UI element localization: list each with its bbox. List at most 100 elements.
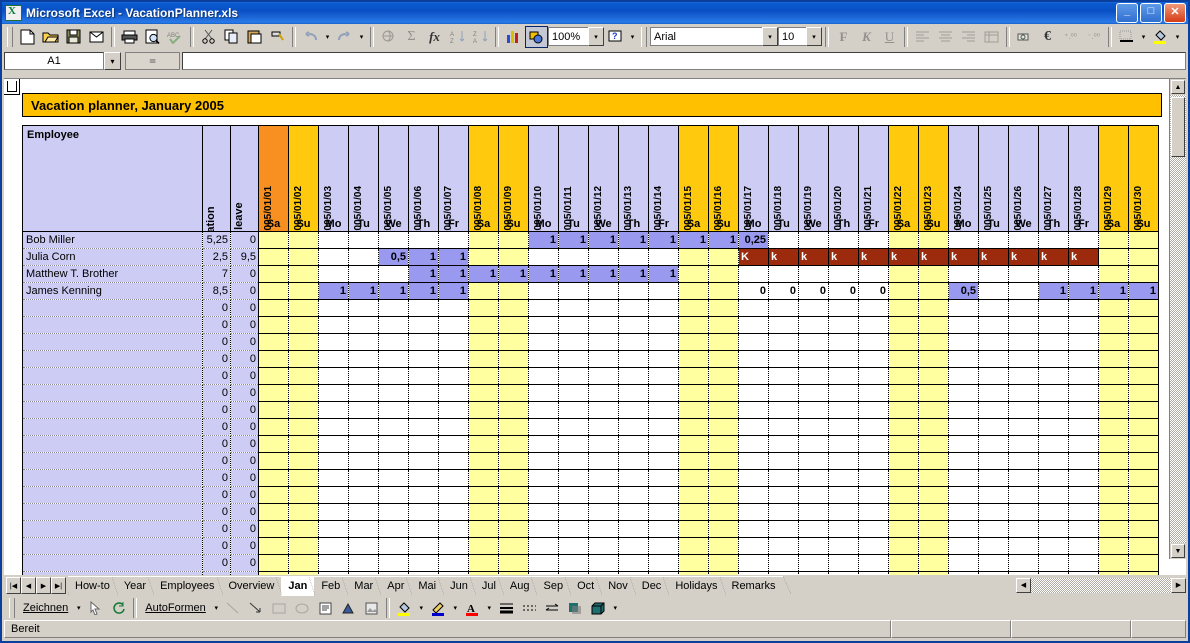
font-name-dropdown-icon[interactable]: ▾ [762, 27, 778, 46]
cell-day-2005-01-10[interactable] [528, 384, 559, 402]
cell-day-2005-01-11[interactable] [558, 248, 589, 266]
cell-employee-name[interactable] [22, 367, 203, 385]
cell-day-2005-01-04[interactable]: 1 [348, 282, 379, 300]
cell-day-2005-01-11[interactable] [558, 486, 589, 504]
cell-day-2005-01-27[interactable] [1038, 486, 1069, 504]
cell-day-2005-01-22[interactable] [888, 435, 919, 453]
cell-day-2005-01-10[interactable]: 1 [528, 265, 559, 283]
cell-day-2005-01-29[interactable] [1098, 520, 1129, 538]
cell-day-2005-01-22[interactable] [888, 282, 919, 300]
cell-day-2005-01-24[interactable] [948, 537, 979, 555]
cell-day-2005-01-25[interactable] [978, 384, 1009, 402]
cell-day-2005-01-27[interactable] [1038, 452, 1069, 470]
cell-day-2005-01-20[interactable] [828, 520, 859, 538]
cell-day-2005-01-21[interactable] [858, 401, 889, 419]
cell-day-2005-01-21[interactable] [858, 231, 889, 249]
cell-day-2005-01-06[interactable] [408, 384, 439, 402]
cell-day-2005-01-25[interactable] [978, 316, 1009, 334]
cell-day-2005-01-12[interactable] [588, 248, 619, 266]
cell-day-2005-01-22[interactable]: k [888, 248, 919, 266]
cell-sick-days[interactable]: 0 [230, 401, 259, 419]
cell-day-2005-01-16[interactable] [708, 554, 739, 572]
cell-day-2005-01-25[interactable] [978, 282, 1009, 300]
cell-day-2005-01-21[interactable] [858, 503, 889, 521]
cell-day-2005-01-24[interactable] [948, 520, 979, 538]
cell-day-2005-01-17[interactable] [738, 265, 769, 283]
cell-day-2005-01-26[interactable] [1008, 316, 1039, 334]
cell-day-2005-01-20[interactable] [828, 333, 859, 351]
cell-vacation-days[interactable]: 0 [202, 469, 231, 487]
cell-day-2005-01-02[interactable] [288, 503, 319, 521]
cell-day-2005-01-25[interactable] [978, 554, 1009, 572]
cell-day-2005-01-12[interactable]: 1 [588, 231, 619, 249]
cell-day-2005-01-24[interactable] [948, 231, 979, 249]
cell-day-2005-01-25[interactable]: k [978, 248, 1009, 266]
paste-icon[interactable] [243, 26, 266, 48]
cell-sick-days[interactable]: 0 [230, 231, 259, 249]
cell-day-2005-01-01[interactable] [258, 418, 289, 436]
cell-day-2005-01-12[interactable] [588, 316, 619, 334]
cell-day-2005-01-13[interactable] [618, 384, 649, 402]
new-icon[interactable] [16, 26, 39, 48]
cell-day-2005-01-22[interactable] [888, 316, 919, 334]
draw-menu-button[interactable]: Zeichnen [18, 598, 73, 618]
cell-day-2005-01-28[interactable] [1068, 401, 1099, 419]
cell-day-2005-01-18[interactable] [768, 520, 799, 538]
cell-day-2005-01-13[interactable] [618, 367, 649, 385]
cell-day-2005-01-14[interactable] [648, 520, 679, 538]
cell-day-2005-01-06[interactable]: 1 [408, 282, 439, 300]
cell-day-2005-01-07[interactable] [438, 469, 469, 487]
cell-day-2005-01-17[interactable] [738, 520, 769, 538]
cell-day-2005-01-09[interactable] [498, 299, 529, 317]
cell-day-2005-01-07[interactable] [438, 231, 469, 249]
cell-day-2005-01-09[interactable] [498, 435, 529, 453]
cell-day-2005-01-24[interactable] [948, 571, 979, 575]
print-preview-icon[interactable] [141, 26, 164, 48]
cell-day-2005-01-08[interactable] [468, 333, 499, 351]
cell-sick-days[interactable]: 0 [230, 503, 259, 521]
cell-day-2005-01-14[interactable] [648, 537, 679, 555]
cell-day-2005-01-07[interactable]: 1 [438, 248, 469, 266]
font-color-icon[interactable]: A [461, 597, 484, 619]
cell-day-2005-01-15[interactable] [678, 316, 709, 334]
cell-day-2005-01-05[interactable] [378, 571, 409, 575]
cell-day-2005-01-19[interactable] [798, 333, 829, 351]
cell-day-2005-01-14[interactable] [648, 571, 679, 575]
sheet-tab-employees[interactable]: Employees [148, 576, 222, 595]
cell-day-2005-01-28[interactable] [1068, 435, 1099, 453]
cell-day-2005-01-10[interactable] [528, 418, 559, 436]
cell-day-2005-01-01[interactable] [258, 401, 289, 419]
cell-day-2005-01-15[interactable] [678, 435, 709, 453]
cell-day-2005-01-06[interactable] [408, 418, 439, 436]
cell-day-2005-01-22[interactable] [888, 571, 919, 575]
cell-day-2005-01-21[interactable] [858, 537, 889, 555]
scroll-right-icon[interactable]: ▶ [1171, 577, 1186, 593]
cell-day-2005-01-27[interactable] [1038, 316, 1069, 334]
cell-day-2005-01-01[interactable] [258, 384, 289, 402]
cell-day-2005-01-10[interactable] [528, 401, 559, 419]
cell-day-2005-01-13[interactable] [618, 554, 649, 572]
cell-day-2005-01-09[interactable] [498, 248, 529, 266]
cell-day-2005-01-07[interactable] [438, 333, 469, 351]
cell-sick-days[interactable]: 0 [230, 469, 259, 487]
cell-day-2005-01-27[interactable] [1038, 333, 1069, 351]
cell-day-2005-01-16[interactable] [708, 367, 739, 385]
cell-day-2005-01-08[interactable]: 1 [468, 265, 499, 283]
autoshapes-menu-button[interactable]: AutoFormen [140, 598, 211, 618]
cell-day-2005-01-25[interactable] [978, 537, 1009, 555]
cell-day-2005-01-17[interactable] [738, 367, 769, 385]
cell-day-2005-01-07[interactable]: 1 [438, 265, 469, 283]
cell-sick-days[interactable]: 0 [230, 265, 259, 283]
cell-day-2005-01-03[interactable] [318, 503, 349, 521]
horizontal-scroll-track[interactable] [1031, 577, 1171, 593]
cell-day-2005-01-09[interactable] [498, 571, 529, 575]
cell-day-2005-01-09[interactable] [498, 418, 529, 436]
cell-day-2005-01-18[interactable] [768, 503, 799, 521]
cell-day-2005-01-24[interactable] [948, 418, 979, 436]
email-icon[interactable] [85, 26, 108, 48]
cell-day-2005-01-30[interactable] [1128, 316, 1159, 334]
cell-day-2005-01-25[interactable] [978, 452, 1009, 470]
format-painter-icon[interactable] [266, 26, 289, 48]
cell-day-2005-01-09[interactable] [498, 282, 529, 300]
cell-day-2005-01-06[interactable] [408, 469, 439, 487]
